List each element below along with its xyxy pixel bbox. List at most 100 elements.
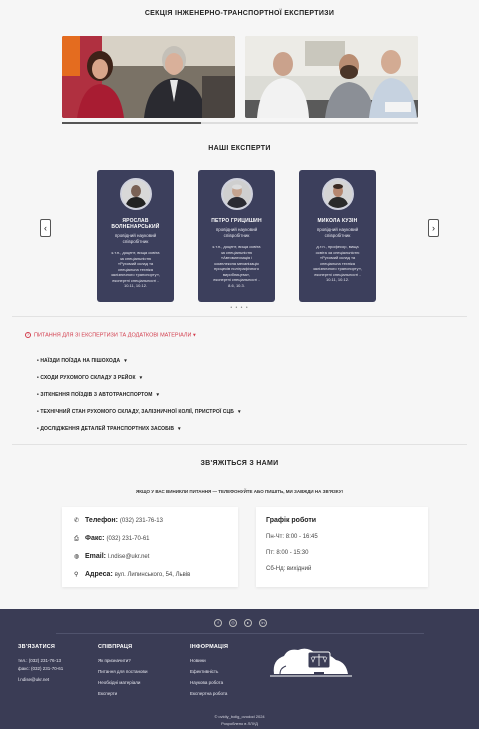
expert-name: ПЕТРО ГРИЦИШИН — [211, 218, 262, 224]
photo-slide-1[interactable] — [62, 36, 235, 118]
bio-line: залізничного транспорту», — [110, 272, 161, 277]
bio-line: експертні спеціальності - — [213, 277, 260, 282]
expert-card[interactable]: МИКОЛА КУЗІН провідний науковий співробі… — [299, 170, 376, 302]
phone-label: Телефон: — [85, 517, 118, 524]
contact-subtitle: ЯКЩО У ВАС ВИНИКЛИ ПИТАННЯ — ТЕЛЕФОНУЙТЕ… — [135, 489, 344, 494]
expert-bio: д.т.н., професор, вища освіта за спеціал… — [299, 244, 376, 283]
phone-value: (032) 231-76-13 — [119, 518, 163, 524]
developer-credit: Розроблено в ЛЛУД — [221, 721, 258, 726]
experts-prev-button[interactable]: ‹ — [40, 219, 51, 237]
phone-icon: ✆ — [74, 518, 80, 524]
schedule-box: Графік роботи Пн-Чт: 8:00 - 16:45 Пт: 8:… — [256, 507, 428, 587]
institute-logo[interactable] — [266, 638, 356, 685]
footer-link[interactable]: Як призначити? — [98, 658, 131, 663]
caret-down-icon: ▾ — [237, 409, 241, 415]
address-value: вул. Липинського, 54, Львів — [114, 572, 191, 578]
schedule-line: Сб-Нд: вихідний — [266, 566, 312, 572]
accordion-item-label: ДОСЛІДЖЕННЯ ДЕТАЛЕЙ ТРАНСПОРТНИХ ЗАСОБІВ — [40, 426, 175, 432]
address-line[interactable]: ⚲ Адреса: вул. Липинського, 54, Львів — [74, 571, 190, 578]
caret-down-icon: ▾ — [124, 358, 127, 364]
expert-bio: к.т.н., доцент, вища освіта за спеціальн… — [97, 250, 174, 289]
expert-name: МИКОЛА КУЗІН — [317, 218, 358, 224]
photo-image-1 — [62, 36, 235, 118]
accordion-item-label: ТЕХНІЧНИЙ СТАН РУХОМОГО СКЛАДУ, ЗАЛІЗНИЧ… — [40, 409, 234, 415]
address-label: Адреса: — [85, 571, 113, 578]
expert-card[interactable]: ПЕТРО ГРИЦИШИН провідний науковий співро… — [198, 170, 275, 302]
photo-image-2 — [245, 36, 418, 118]
email-label: Email: — [85, 553, 107, 560]
photo-slider-progress-fill — [62, 122, 201, 124]
expert-role-line2: співробітник — [324, 233, 351, 238]
accordion-item[interactable]: • СХОДИ РУХОМОГО СКЛАДУ З РЕЙОК ▾ — [37, 375, 142, 381]
lion-scales-logo-icon — [270, 648, 352, 677]
section-title: СЕКЦІЯ ІНЖЕНЕРНО-ТРАНСПОРТНОЇ ЕКСПЕРТИЗИ — [144, 10, 335, 17]
youtube-icon[interactable]: ▸ — [244, 619, 252, 627]
copyright: © ovidiy_bolig_ovodod 2024 — [214, 714, 265, 719]
section-divider — [12, 444, 467, 445]
footer-link[interactable]: Питання для постанови — [98, 669, 147, 674]
footer-link[interactable]: Ефективність — [190, 669, 218, 674]
expert-surname: ВОЛНЕНАРСЬКИЙ — [111, 224, 160, 230]
footer-email[interactable]: l.ndise@ukr.net — [18, 677, 49, 682]
bio-line: к.т.н., доцент, вища освіта — [212, 244, 261, 249]
accordion-item-label: НАЇЗДИ ПОЇЗДА НА ПІШОХОДА — [40, 358, 121, 364]
avatar — [321, 178, 354, 210]
fax-line[interactable]: ⎙ Факс: (032) 231-70-61 — [74, 535, 150, 543]
email-line[interactable]: ◍ Email: l.ndise@ukr.net — [74, 553, 149, 560]
photo-slide-2[interactable] — [245, 36, 418, 118]
expert-photo — [222, 180, 251, 208]
bio-line: залізничного транспорту», — [312, 266, 363, 271]
caret-down-icon: ▾ — [139, 375, 143, 381]
footer-contact-title: ЗВ'ЯЗАТИСЯ — [18, 644, 56, 650]
instagram-icon[interactable]: ◎ — [229, 619, 237, 627]
experts-next-button[interactable]: › — [428, 219, 439, 237]
footer-link[interactable]: Наукова робота — [190, 680, 223, 685]
contact-info-box: ✆ Телефон: (032) 231-76-13 ⎙ Факс: (032) 2… — [62, 507, 238, 587]
avatar — [220, 178, 253, 210]
footer-phone[interactable]: тел.: (032) 231-76-13 — [18, 658, 61, 663]
facebook-icon[interactable]: f — [214, 619, 222, 627]
accordion-item-label: СХОДИ РУХОМОГО СКЛАДУ З РЕЙОК — [40, 375, 136, 381]
expert-bio: к.т.н., доцент, вища освіта за спеціальн… — [198, 244, 275, 288]
section-divider — [12, 316, 467, 317]
phone-line[interactable]: ✆ Телефон: (032) 231-76-13 — [74, 517, 163, 524]
chevron-down-icon: ▾ — [191, 332, 196, 339]
accordion-item-label: ЗІТКНЕННЯ ПОЇЗДІВ З АВТОТРАНСПОРТОМ — [40, 392, 153, 398]
expert-role-line2: співробітник — [122, 239, 149, 244]
contact-title: ЗВ'ЯЖІТЬСЯ З НАМИ — [200, 460, 279, 467]
fax-icon: ⎙ — [74, 536, 79, 542]
footer-info-title: ІНФОРМАЦІЯ — [190, 644, 229, 650]
footer-link[interactable]: Експертна робота — [190, 691, 227, 696]
footer-link[interactable]: Необхідні матеріали — [98, 680, 140, 685]
bio-line: 10.11, 10.12. — [123, 283, 148, 288]
avatar — [119, 178, 152, 210]
expert-role-line2: співробітник — [223, 233, 250, 238]
email-value: l.ndise@ukr.net — [107, 554, 150, 560]
footer-fax[interactable]: факс: (032) 231-70-61 — [18, 666, 63, 671]
footer-link[interactable]: Експерти — [98, 691, 117, 696]
schedule-line: Пт: 8:00 - 15:30 — [266, 550, 309, 556]
fax-value: (032) 231-70-61 — [106, 536, 150, 542]
linkedin-icon[interactable]: in — [259, 619, 267, 627]
accordion-item[interactable]: • ТЕХНІЧНИЙ СТАН РУХОМОГО СКЛАДУ, ЗАЛІЗН… — [37, 409, 241, 415]
bio-line: к.т.н., доцент, вища освіта — [111, 250, 160, 255]
accordion-item[interactable]: • ЗІТКНЕННЯ ПОЇЗДІВ З АВТОТРАНСПОРТОМ ▾ — [37, 392, 159, 398]
footer: f ◎ ▸ in ЗВ'ЯЗАТИСЯ тел.: (032) 231-76-1… — [0, 609, 479, 729]
expert-card[interactable]: ЯРОСЛАВ ВОЛНЕНАРСЬКИЙ провідний науковий… — [97, 170, 174, 302]
experts-title: НАШІ ЕКСПЕРТИ — [208, 145, 271, 152]
faq-title[interactable]: ? ПИТАННЯ ДЛЯ ЗІ ЕКСПЕРТИЗИ ТА ДОДАТКОВІ … — [25, 332, 196, 338]
location-pin-icon: ⚲ — [74, 572, 79, 578]
schedule-line: Пн-Чт: 8:00 - 16:45 — [266, 534, 318, 540]
footer-link[interactable]: Новини — [190, 658, 206, 663]
carousel-dots[interactable]: • • • • — [0, 305, 479, 311]
accordion-item[interactable]: • НАЇЗДИ ПОЇЗДА НА ПІШОХОДА ▾ — [37, 358, 127, 364]
expert-photo — [121, 180, 150, 208]
accordion-item[interactable]: • ДОСЛІДЖЕННЯ ДЕТАЛЕЙ ТРАНСПОРТНИХ ЗАСОБ… — [37, 426, 181, 432]
faq-title-label: ПИТАННЯ ДЛЯ ЗІ ЕКСПЕРТИЗИ ТА ДОДАТКОВІ М… — [34, 332, 192, 339]
bio-line: 10.11, 10.12. — [325, 277, 350, 282]
caret-down-icon: ▾ — [178, 426, 181, 432]
fax-label: Факс: — [85, 535, 105, 542]
question-icon: ? — [25, 332, 31, 338]
schedule-title: Графік роботи — [266, 517, 317, 524]
photo-slider-progress — [62, 122, 418, 124]
